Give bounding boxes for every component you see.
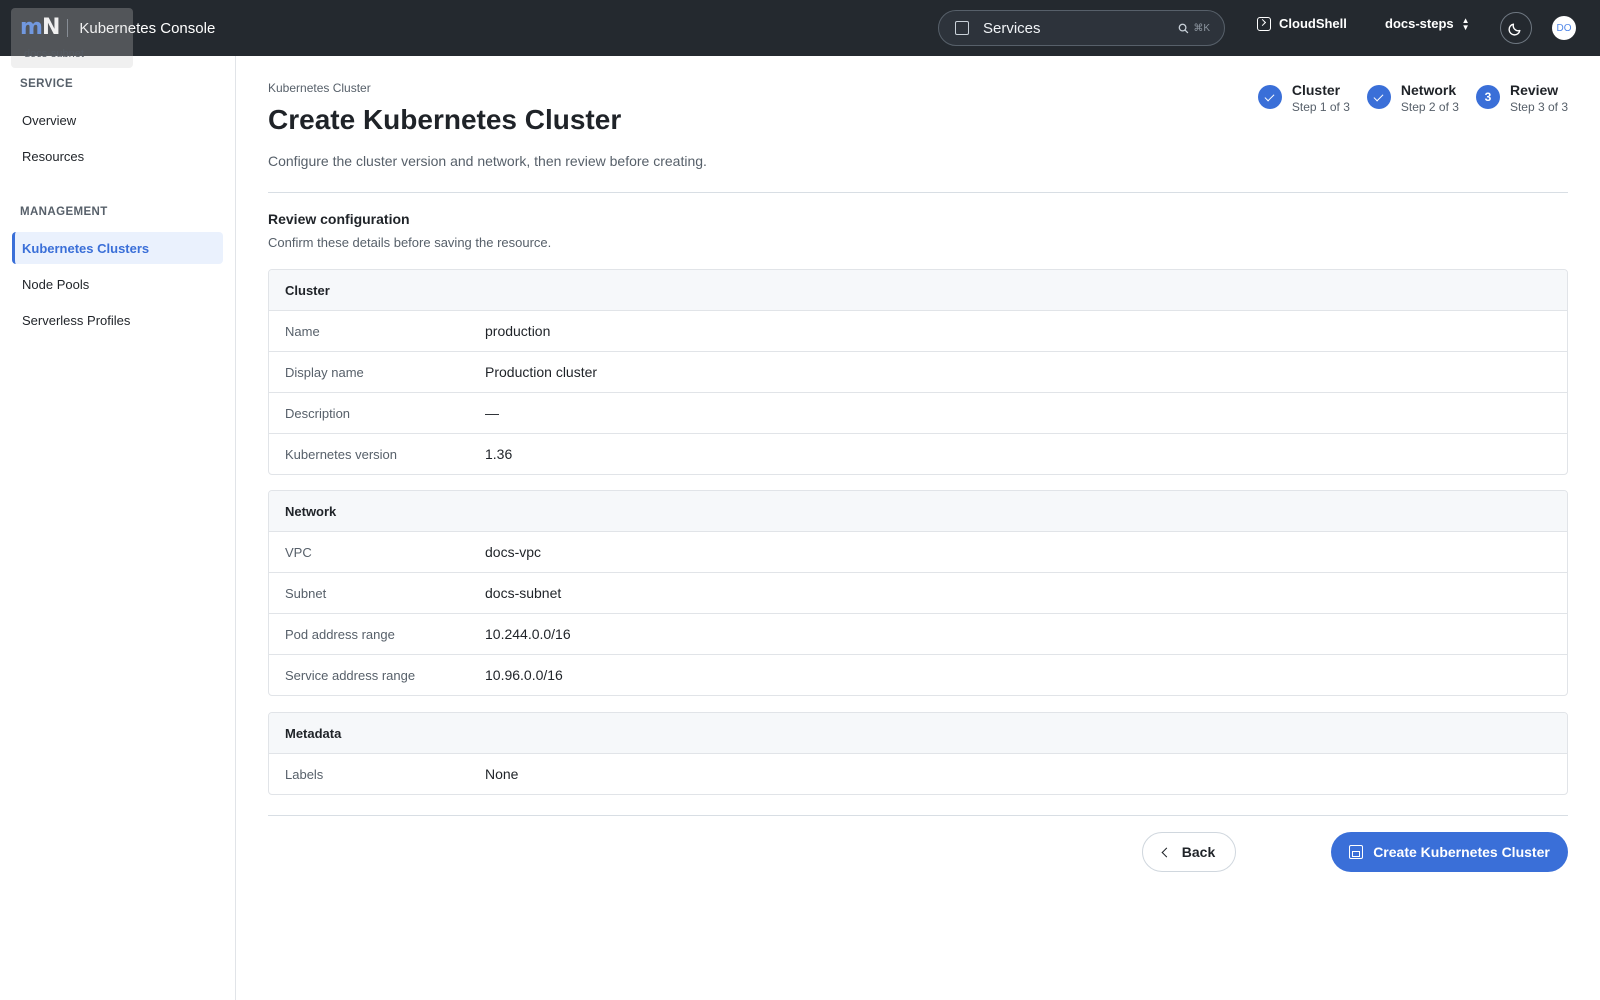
breadcrumb[interactable]: Kubernetes Cluster bbox=[268, 81, 371, 95]
nav-section-management: MANAGEMENT bbox=[20, 206, 108, 218]
nav-section-service: SERVICE bbox=[20, 78, 74, 90]
card-title: Cluster bbox=[269, 270, 1567, 311]
sidebar: SERVICE Overview Resources MANAGEMENT Ku… bbox=[0, 56, 236, 1000]
summary-row: Pod address range 10.244.0.0/16 bbox=[269, 614, 1567, 655]
save-icon bbox=[1349, 845, 1364, 859]
check-icon bbox=[1257, 85, 1282, 109]
summary-row: Description — bbox=[269, 393, 1567, 434]
summary-row: Display name Production cluster bbox=[269, 352, 1567, 393]
check-icon bbox=[1366, 85, 1391, 109]
search-icon bbox=[1178, 23, 1189, 33]
summary-row: Kubernetes version 1.36 bbox=[285, 446, 513, 462]
brand[interactable]: mN Kubernetes Console bbox=[20, 14, 215, 42]
search-label: Services bbox=[983, 19, 1041, 37]
card-title: Metadata bbox=[269, 713, 1567, 754]
sidebar-item-kubernetes-clusters[interactable]: Kubernetes Clusters bbox=[12, 232, 223, 264]
top-bar: mN Kubernetes Console Services ⌘K CloudS… bbox=[0, 0, 1600, 56]
divider bbox=[268, 192, 1568, 193]
create-cluster-button[interactable]: Create Kubernetes Cluster bbox=[1331, 832, 1568, 872]
app-title: Kubernetes Console bbox=[79, 19, 216, 37]
sidebar-item-overview[interactable]: Overview bbox=[12, 104, 223, 136]
summary-row: Service address range 10.96.0.0/16 bbox=[285, 667, 563, 683]
back-button[interactable]: Back bbox=[1142, 832, 1236, 872]
step-cluster[interactable]: Cluster Step 1 of 3 bbox=[1257, 81, 1350, 115]
sidebar-item-serverless-profiles[interactable]: Serverless Profiles bbox=[12, 304, 223, 336]
summary-row: VPC docs-vpc bbox=[269, 532, 1567, 573]
project-selector[interactable]: docs-steps ▲ ▼ bbox=[1385, 16, 1470, 31]
brand-divider bbox=[67, 19, 69, 37]
terminal-icon bbox=[1257, 16, 1271, 31]
sidebar-item-node-pools[interactable]: Node Pools bbox=[12, 268, 223, 300]
cloudshell-button[interactable]: CloudShell bbox=[1257, 16, 1347, 31]
chevron-updown-icon: ▲ ▼ bbox=[1461, 15, 1470, 32]
summary-row: Subnet docs-subnet bbox=[269, 573, 1567, 614]
step-network[interactable]: Network Step 2 of 3 bbox=[1366, 81, 1459, 115]
summary-row: Name production bbox=[269, 311, 1567, 352]
metadata-summary-card: Metadata Labels None bbox=[268, 712, 1568, 795]
step-review: 3 Review Step 3 of 3 bbox=[1475, 81, 1568, 115]
avatar[interactable]: DO bbox=[1552, 16, 1576, 40]
sidebar-item-resources[interactable]: Resources bbox=[12, 140, 223, 172]
services-search[interactable]: Services ⌘K bbox=[938, 10, 1225, 46]
search-shortcut: ⌘K bbox=[1178, 23, 1210, 34]
logo: mN bbox=[20, 15, 60, 40]
page-description: Configure the cluster version and networ… bbox=[268, 153, 707, 169]
moon-icon bbox=[1508, 23, 1521, 36]
theme-toggle[interactable] bbox=[1500, 12, 1532, 44]
card-title: Network bbox=[269, 491, 1567, 532]
chevron-left-icon bbox=[1161, 847, 1172, 857]
network-summary-card: Network VPC docs-vpc Subnet docs-subnet Po… bbox=[268, 490, 1568, 696]
summary-row: Labels None bbox=[285, 766, 519, 782]
review-title: Review configuration bbox=[268, 211, 410, 227]
divider bbox=[268, 815, 1568, 816]
wizard-stepper: Cluster Step 1 of 3 Network Step 2 of 3 … bbox=[1257, 81, 1568, 115]
review-subtitle: Confirm these details before saving the … bbox=[268, 235, 552, 250]
grid-icon bbox=[955, 21, 969, 35]
cluster-summary-card: Cluster Name production Display name Produ… bbox=[268, 269, 1568, 475]
page-title: Create Kubernetes Cluster bbox=[268, 104, 622, 135]
step-number-badge: 3 bbox=[1475, 85, 1500, 109]
